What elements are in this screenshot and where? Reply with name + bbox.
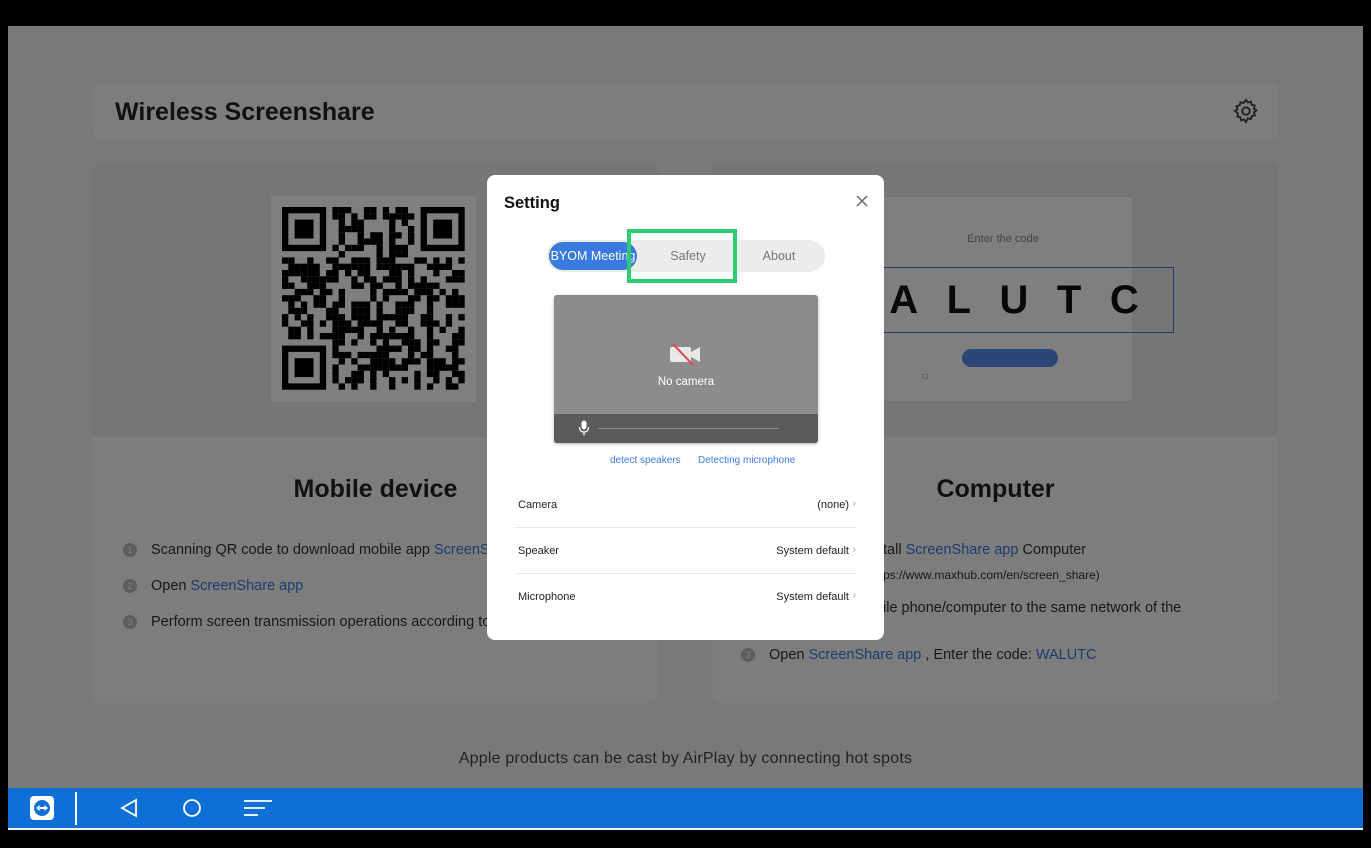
detect-microphone-link[interactable]: Detecting microphone: [698, 455, 795, 466]
camera-preview: No camera: [554, 295, 818, 443]
home-icon[interactable]: [179, 794, 205, 822]
system-navbar: [8, 788, 1363, 828]
dialog-title: Setting: [504, 194, 560, 212]
no-camera-text: No camera: [657, 376, 715, 388]
detect-speakers-link[interactable]: detect speakers: [610, 455, 681, 466]
camera-row[interactable]: Camera (none) ›: [514, 482, 857, 528]
speaker-row[interactable]: Speaker System default ›: [514, 528, 857, 574]
microphone-row[interactable]: Microphone System default ›: [514, 574, 857, 620]
close-icon[interactable]: [854, 193, 870, 209]
back-icon[interactable]: [116, 794, 142, 822]
screen: Wireless Screenshare Mobile device 1Scan…: [8, 26, 1363, 830]
settings-dialog: Setting BYOM Meeting Safety About No cam…: [487, 175, 884, 640]
chevron-right-icon: ›: [852, 498, 856, 509]
microphone-icon: [578, 420, 590, 436]
recents-menu-icon[interactable]: [243, 794, 273, 822]
camera-off-icon: [670, 343, 700, 366]
teamviewer-icon[interactable]: [28, 794, 56, 822]
tab-byom-meeting[interactable]: BYOM Meeting: [549, 242, 637, 270]
mic-level-bar: [554, 414, 818, 443]
tab-about[interactable]: About: [734, 240, 824, 272]
chevron-right-icon: ›: [852, 590, 856, 601]
chevron-right-icon: ›: [852, 544, 856, 555]
nav-divider: [75, 792, 77, 825]
mic-level-track: [598, 428, 779, 429]
safety-tab-highlight: [627, 229, 737, 283]
